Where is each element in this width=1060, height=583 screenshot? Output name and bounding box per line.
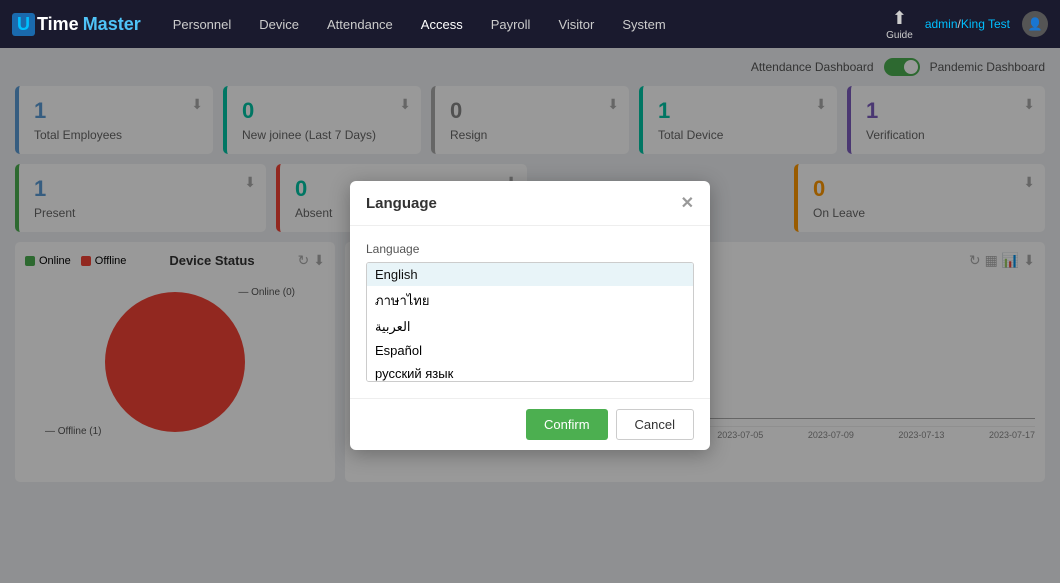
guide-label: Guide	[886, 30, 913, 41]
logo-time: Time	[37, 14, 79, 35]
user-info: admin/King Test	[925, 17, 1010, 31]
user-avatar[interactable]: 👤	[1022, 11, 1048, 37]
language-modal: Language ✕ Language English ภาษาไทย العر…	[350, 181, 710, 450]
nav-access[interactable]: Access	[409, 11, 475, 38]
nav-attendance[interactable]: Attendance	[315, 11, 405, 38]
modal-body: Language English ภาษาไทย العربية Español…	[350, 226, 710, 398]
confirm-button[interactable]: Confirm	[526, 409, 608, 440]
modal-header: Language ✕	[350, 181, 710, 226]
language-select-wrapper: English ภาษาไทย العربية Español русский …	[366, 262, 694, 382]
language-select[interactable]: English ภาษาไทย العربية Español русский …	[366, 262, 694, 382]
user-name: admin	[925, 17, 958, 31]
logo-u: U	[12, 13, 35, 36]
lang-option-ar[interactable]: العربية	[367, 315, 693, 339]
guide-button[interactable]: ⬆ Guide	[886, 8, 913, 41]
modal-overlay: Language ✕ Language English ภาษาไทย العر…	[0, 48, 1060, 583]
modal-close-button[interactable]: ✕	[681, 193, 694, 213]
app-logo[interactable]: U Time Master	[12, 13, 141, 36]
modal-footer: Confirm Cancel	[350, 398, 710, 450]
nav-right: ⬆ Guide admin/King Test 👤	[886, 8, 1048, 41]
lang-option-es[interactable]: Español	[367, 339, 693, 362]
nav-system[interactable]: System	[610, 11, 677, 38]
nav-device[interactable]: Device	[247, 11, 311, 38]
nav-payroll[interactable]: Payroll	[479, 11, 543, 38]
lang-option-th[interactable]: ภาษาไทย	[367, 286, 693, 315]
nav-visitor[interactable]: Visitor	[546, 11, 606, 38]
cancel-button[interactable]: Cancel	[616, 409, 694, 440]
logo-master: Master	[83, 14, 141, 35]
nav-personnel[interactable]: Personnel	[161, 11, 244, 38]
guide-icon: ⬆	[892, 8, 907, 29]
modal-title: Language	[366, 195, 437, 212]
user-org: King Test	[961, 17, 1010, 31]
language-field-label: Language	[366, 242, 694, 256]
lang-option-en[interactable]: English	[367, 263, 693, 286]
navbar: U Time Master Personnel Device Attendanc…	[0, 0, 1060, 48]
nav-items: Personnel Device Attendance Access Payro…	[161, 11, 886, 38]
main-content: Attendance Dashboard Pandemic Dashboard …	[0, 48, 1060, 583]
lang-option-ru[interactable]: русский язык	[367, 362, 693, 382]
